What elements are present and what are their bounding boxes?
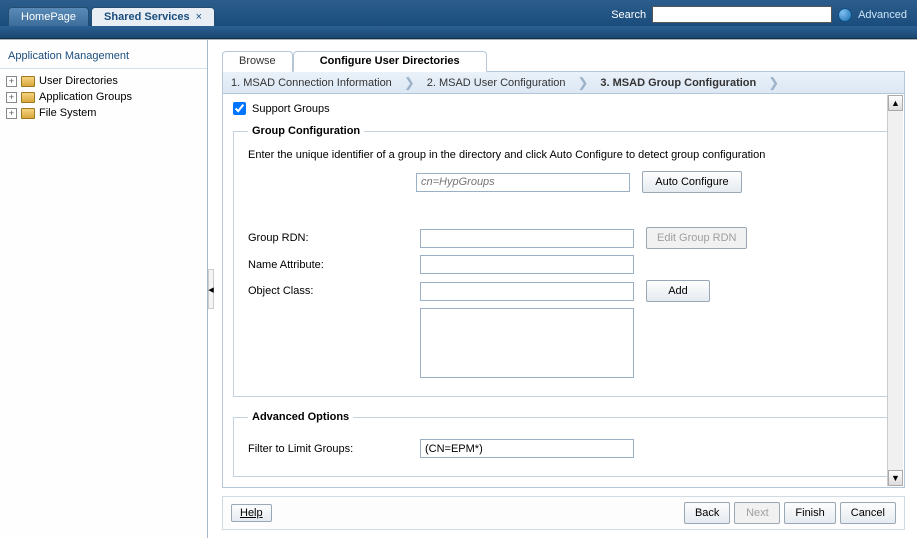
content-area: Application Management + User Directorie… [0,39,917,538]
sidebar: Application Management + User Directorie… [0,40,208,538]
help-button[interactable]: Help [231,504,272,522]
topbar-right: Search Advanced [611,6,917,26]
finish-button[interactable]: Finish [784,502,835,524]
folder-icon [21,92,35,103]
folder-icon [21,108,35,119]
tab-label: Shared Services [104,11,190,23]
wizard-step-3[interactable]: 3. MSAD Group Configuration [600,77,756,89]
tab-label: HomePage [21,11,76,23]
name-attribute-label: Name Attribute: [248,259,408,271]
form-body: Support Groups Group Configuration Enter… [222,94,905,488]
advanced-options-fieldset: Advanced Options Filter to Limit Groups: [233,411,894,477]
wizard-step-1[interactable]: 1. MSAD Connection Information [231,77,392,89]
search-go-icon[interactable] [838,8,852,22]
sub-toolbar [0,26,917,39]
filter-input[interactable] [420,439,634,458]
group-configuration-legend: Group Configuration [248,125,364,137]
scroll-down-icon[interactable]: ▼ [888,470,903,486]
tree-item-user-directories[interactable]: + User Directories [6,73,201,89]
expand-icon[interactable]: + [6,108,17,119]
title-bar: HomePage Shared Services × Search Advanc… [0,0,917,26]
search-input[interactable] [652,6,832,23]
main-panel: Browse Configure User Directories 1. MSA… [214,40,917,538]
folder-icon [21,76,35,87]
browse-tabs: Browse Configure User Directories [222,50,905,72]
object-class-input[interactable] [420,282,634,301]
wizard-steps: 1. MSAD Connection Information ❯ 2. MSAD… [222,72,905,94]
add-button[interactable]: Add [646,280,710,302]
close-icon[interactable]: × [196,11,202,23]
tree-item-label: User Directories [39,75,118,87]
tree-item-application-groups[interactable]: + Application Groups [6,89,201,105]
tab-homepage[interactable]: HomePage [8,7,89,26]
filter-label: Filter to Limit Groups: [248,443,408,455]
group-configuration-fieldset: Group Configuration Enter the unique ide… [233,125,894,397]
tree-item-file-system[interactable]: + File System [6,105,201,121]
advanced-search-link[interactable]: Advanced [858,9,907,21]
group-rdn-label: Group RDN: [248,232,408,244]
expand-icon[interactable]: + [6,92,17,103]
search-label: Search [611,9,646,21]
group-rdn-input[interactable] [420,229,634,248]
tree-item-label: Application Groups [39,91,132,103]
vertical-scrollbar[interactable]: ▲ ▼ [887,95,903,486]
name-attribute-input[interactable] [420,255,634,274]
nav-tree: + User Directories + Application Groups … [0,69,207,125]
tab-configure-user-directories[interactable]: Configure User Directories [293,51,487,72]
tab-shared-services[interactable]: Shared Services × [91,7,215,26]
next-button: Next [734,502,780,524]
unique-id-input[interactable] [416,173,630,192]
support-groups-checkbox[interactable] [233,102,246,115]
group-configuration-help: Enter the unique identifier of a group i… [248,149,879,161]
expand-icon[interactable]: + [6,76,17,87]
sidebar-title: Application Management [0,46,207,69]
tab-browse[interactable]: Browse [222,51,293,72]
cancel-button[interactable]: Cancel [840,502,896,524]
support-groups-label: Support Groups [252,103,330,115]
chevron-right-icon: ❯ [578,75,589,91]
auto-configure-button[interactable]: Auto Configure [642,171,742,193]
object-class-listbox[interactable] [420,308,634,378]
advanced-options-legend: Advanced Options [248,411,353,423]
tree-item-label: File System [39,107,96,119]
object-class-label: Object Class: [248,285,408,297]
scroll-up-icon[interactable]: ▲ [888,95,903,111]
chevron-right-icon: ❯ [404,75,415,91]
chevron-right-icon: ❯ [768,75,779,91]
edit-group-rdn-button: Edit Group RDN [646,227,747,249]
wizard-footer: Help Back Next Finish Cancel [222,496,905,530]
back-button[interactable]: Back [684,502,730,524]
wizard-step-2[interactable]: 2. MSAD User Configuration [427,77,566,89]
